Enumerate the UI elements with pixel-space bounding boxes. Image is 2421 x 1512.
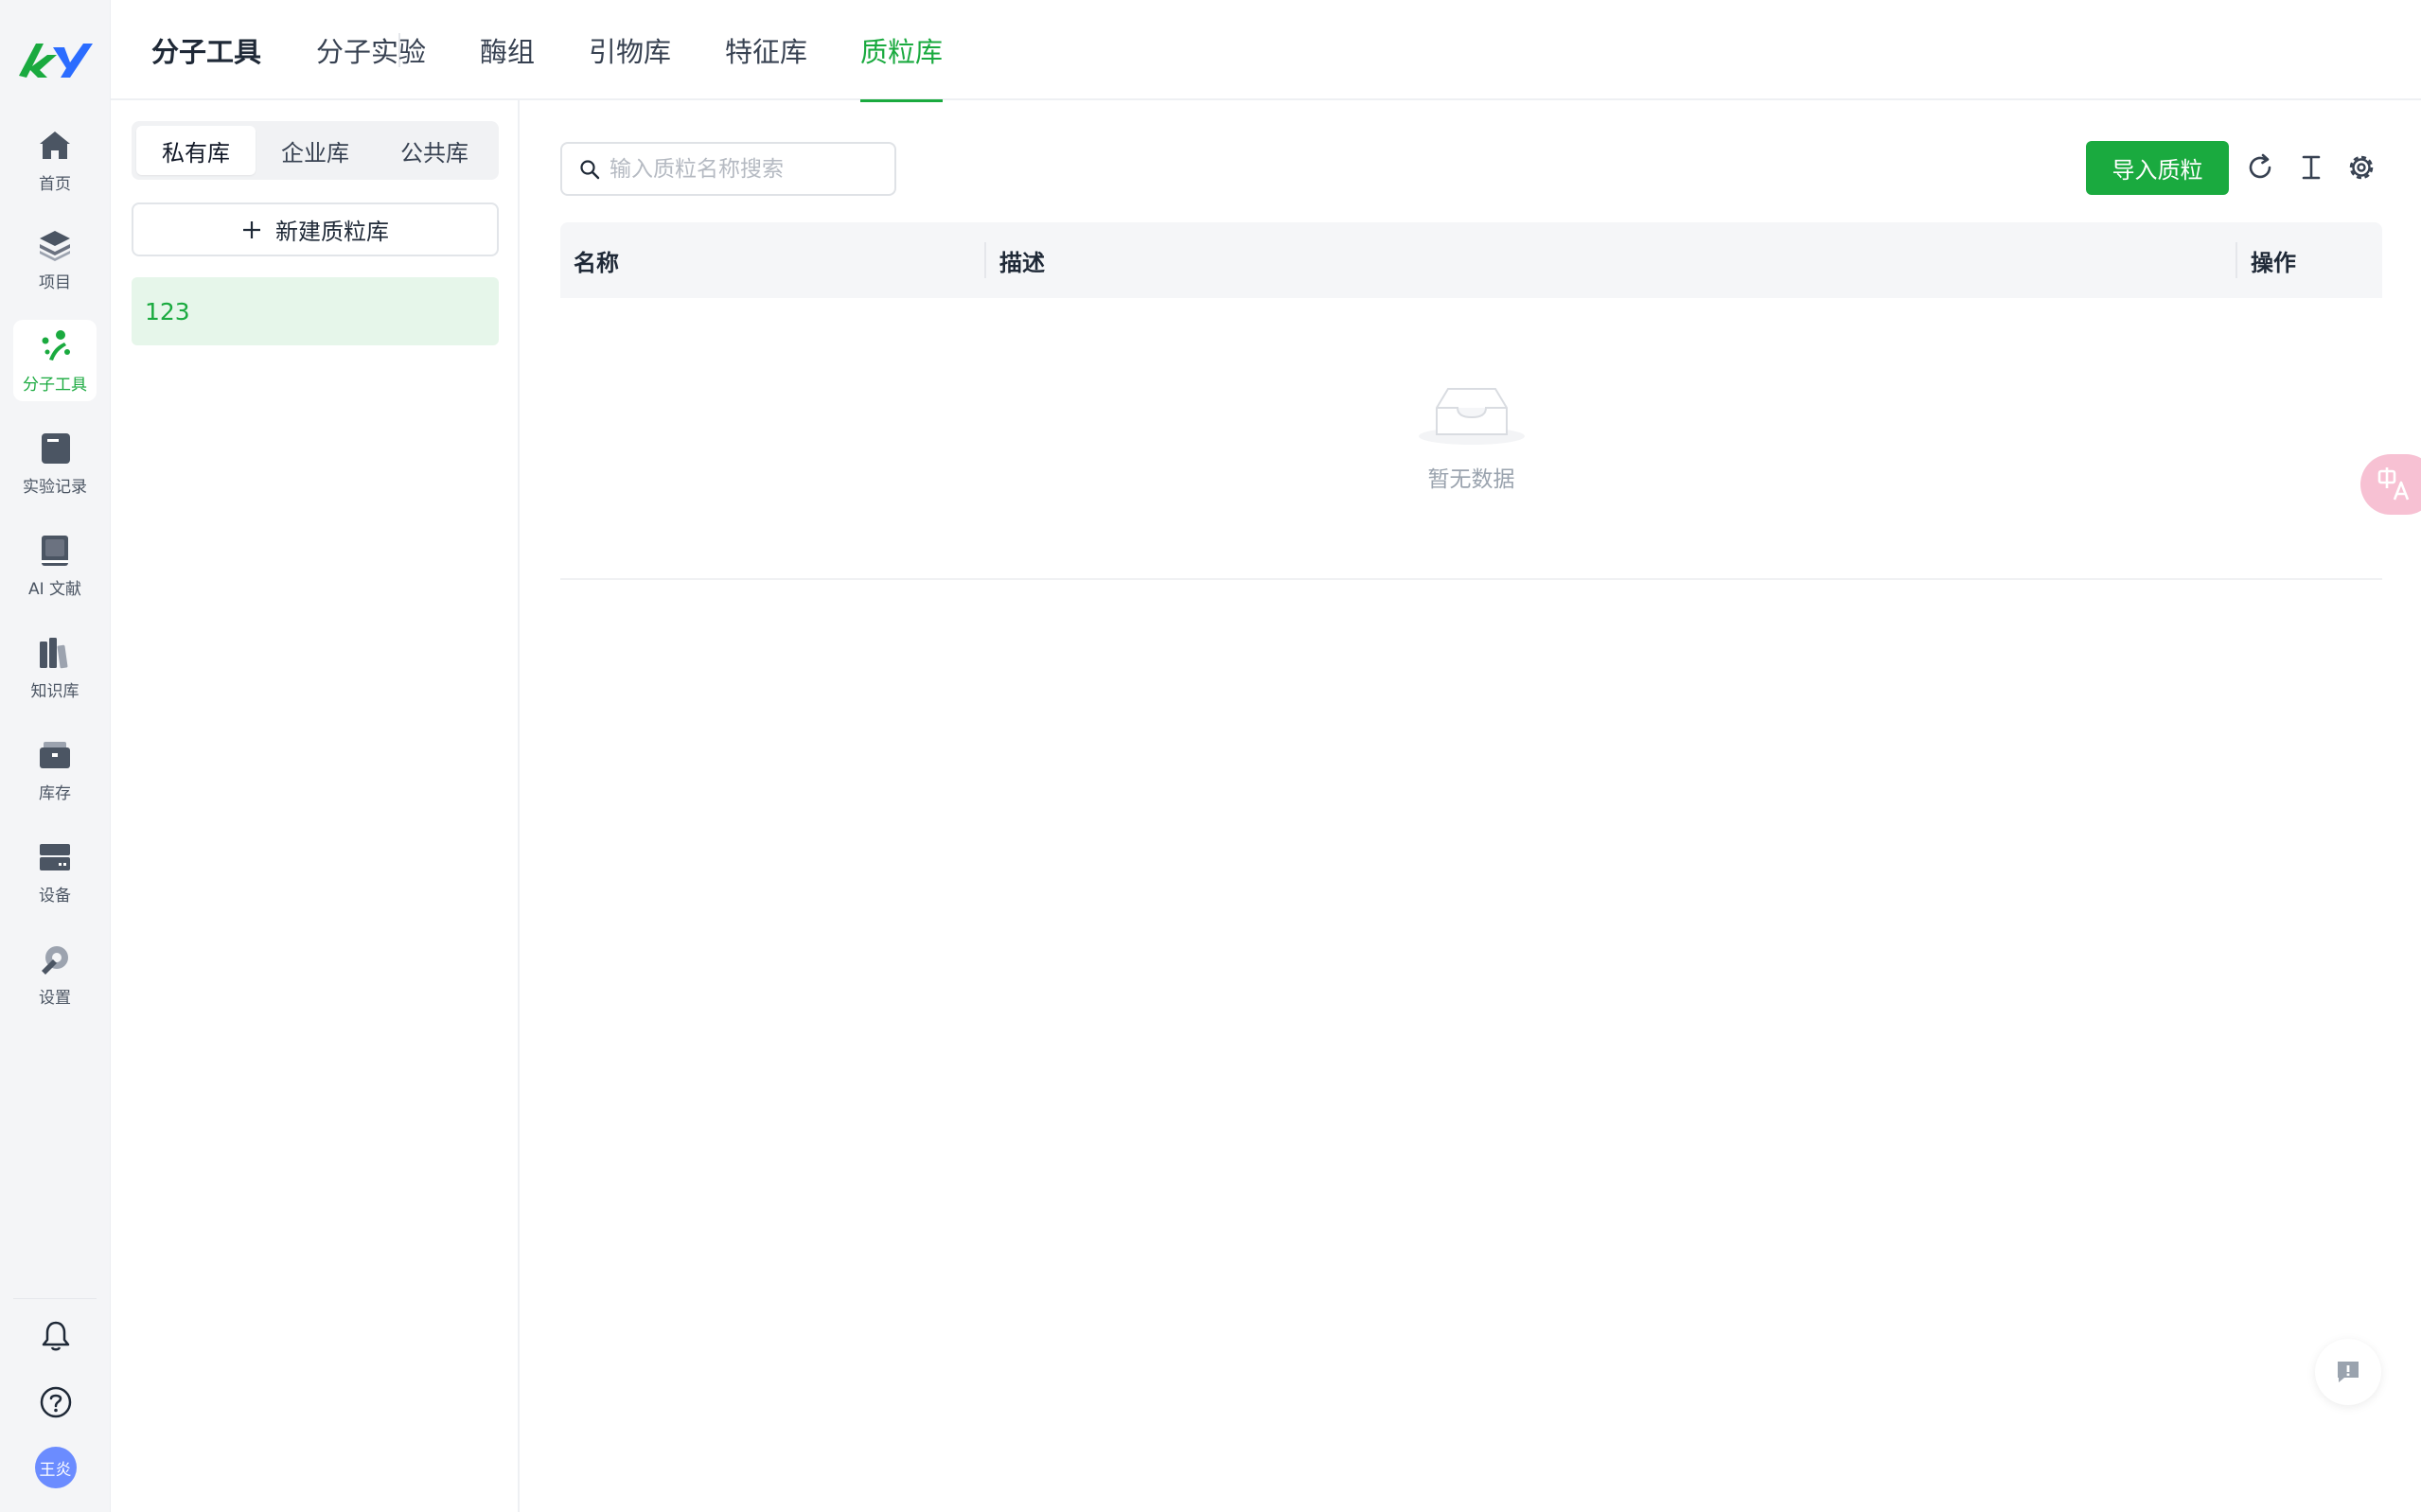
bell-icon <box>42 1321 69 1351</box>
new-library-label: 新建质粒库 <box>275 219 389 245</box>
device-icon <box>40 843 70 870</box>
sidebar-item-label: 分子工具 <box>23 375 87 395</box>
settings-wrench-icon <box>42 945 68 975</box>
library-scope-switch: 私有库 企业库 公共库 <box>132 121 499 180</box>
feedback-icon <box>2338 1362 2359 1382</box>
home-icon <box>40 131 70 159</box>
rail-divider <box>13 1298 97 1299</box>
column-description[interactable]: 描述 <box>999 222 1045 298</box>
library-icon <box>40 637 68 668</box>
help-circle-icon <box>40 1386 71 1418</box>
tab-molecular-tools[interactable]: 分子工具 <box>151 0 261 100</box>
sidebar-item-project[interactable]: 项目 <box>13 218 97 299</box>
column-divider <box>984 242 986 278</box>
left-rail: 首页 项目 分子工具 实验记录 AI 文献 知识库 库存 设备 设置 王炎 <box>0 0 111 1512</box>
notebook-icon <box>42 432 70 464</box>
app-root: 首页 项目 分子工具 实验记录 AI 文献 知识库 库存 设备 设置 王炎 分子… <box>0 0 2421 1512</box>
empty-inbox-icon <box>1418 388 1525 445</box>
tab-primer-library[interactable]: 引物库 <box>589 0 671 100</box>
library-panel: 私有库 企业库 公共库 新建质粒库 123 <box>111 100 520 1512</box>
column-divider <box>2235 242 2237 278</box>
sidebar-item-knowledge-base[interactable]: 知识库 <box>13 626 97 708</box>
tab-feature-library[interactable]: 特征库 <box>725 0 807 100</box>
sidebar-item-label: 知识库 <box>30 681 80 701</box>
app-logo[interactable] <box>15 34 95 83</box>
empty-state-text: 暂无数据 <box>1427 467 1515 492</box>
refresh-icon[interactable] <box>2244 151 2276 184</box>
new-plasmid-library-button[interactable]: 新建质粒库 <box>132 202 499 256</box>
scope-enterprise[interactable]: 企业库 <box>256 126 375 175</box>
top-nav: 分子工具 分子实验 酶组 引物库 特征库 质粒库 <box>111 0 2421 102</box>
sidebar-item-devices[interactable]: 设备 <box>13 831 97 912</box>
sidebar-item-label: 项目 <box>39 273 71 292</box>
plus-icon <box>243 220 260 238</box>
layers-icon <box>40 230 70 261</box>
scope-public[interactable]: 公共库 <box>375 126 494 175</box>
empty-state: 暂无数据 <box>560 298 2382 580</box>
molecule-icon <box>42 329 70 360</box>
avatar: 王炎 <box>34 1447 77 1488</box>
sidebar-item-label: 首页 <box>39 174 71 194</box>
sidebar-item-molecular-tools[interactable]: 分子工具 <box>13 320 97 401</box>
plasmid-table-header: 名称 描述 操作 <box>560 222 2382 298</box>
import-plasmid-button[interactable]: 导入质粒 <box>2086 141 2229 195</box>
translate-button[interactable] <box>2360 454 2421 515</box>
sidebar-item-label: 设备 <box>39 886 71 905</box>
notifications-button[interactable] <box>0 1319 111 1353</box>
search-input[interactable] <box>610 156 884 182</box>
sidebar-item-ai-literature[interactable]: AI 文献 <box>13 524 97 606</box>
column-height-icon[interactable] <box>2295 151 2327 184</box>
sidebar-item-label: AI 文献 <box>27 579 82 599</box>
tab-molecular-experiments[interactable]: 分子实验 <box>316 0 426 100</box>
plasmid-search-field[interactable] <box>560 142 896 196</box>
sidebar-item-settings[interactable]: 设置 <box>13 933 97 1014</box>
sidebar-item-inventory[interactable]: 库存 <box>13 729 97 810</box>
sidebar-item-label: 库存 <box>39 783 71 803</box>
search-icon <box>580 159 600 179</box>
translate-icon <box>2377 467 2410 501</box>
settings-gear-icon[interactable] <box>2345 151 2377 184</box>
tab-enzymes[interactable]: 酶组 <box>480 0 535 100</box>
sidebar-item-experiment-records[interactable]: 实验记录 <box>13 422 97 503</box>
sidebar-item-label: 设置 <box>39 988 71 1008</box>
tab-plasmid-library[interactable]: 质粒库 <box>860 0 944 102</box>
column-actions[interactable]: 操作 <box>2251 222 2296 298</box>
book-icon <box>42 535 68 566</box>
sidebar-item-home[interactable]: 首页 <box>13 119 97 201</box>
sidebar-item-label: 实验记录 <box>23 477 87 497</box>
feedback-button[interactable] <box>2315 1339 2381 1405</box>
column-name[interactable]: 名称 <box>574 222 619 298</box>
scope-private[interactable]: 私有库 <box>136 126 256 175</box>
library-list-item[interactable]: 123 <box>132 277 499 345</box>
user-avatar-button[interactable]: 王炎 <box>0 1447 111 1488</box>
help-button[interactable] <box>0 1385 111 1419</box>
inventory-icon <box>40 741 70 768</box>
